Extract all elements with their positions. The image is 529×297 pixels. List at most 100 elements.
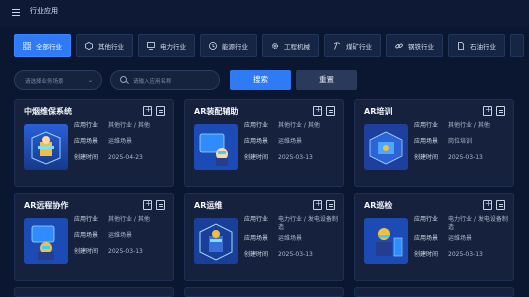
- tab-other-industries[interactable]: 其他行业: [76, 34, 133, 57]
- scene-row: 应用场景 运维场景: [244, 235, 340, 243]
- created-label: 创建时间: [74, 154, 99, 161]
- created-row: 创建时间 2025-03-13: [74, 248, 170, 256]
- tab-steel-industry[interactable]: 钢铁行业: [386, 34, 443, 57]
- industry-value: 其他行业 / 其他: [278, 122, 320, 129]
- reset-button[interactable]: 重置: [296, 70, 357, 90]
- industry-value: 其他行业 / 其他: [108, 122, 150, 129]
- created-value: 2025-03-13: [448, 251, 483, 258]
- scene-value: 岗位培训: [448, 138, 473, 145]
- application-card[interactable]: AR装配辅助 应用行业 其他行业 / 其他 应用场景 运维场景 创建时间 202…: [184, 99, 344, 187]
- menu-icon[interactable]: [12, 9, 20, 16]
- scene-value: 运维场景: [278, 138, 303, 145]
- card-info: 应用行业 电力行业 / 发电设备制造 应用场景 运维场景 创建时间 2025-0…: [414, 216, 510, 267]
- chevron-down-icon: ⌄: [87, 77, 93, 84]
- scene-row: 应用场景 运维场景: [244, 138, 340, 146]
- industry-label: 应用行业: [414, 122, 439, 129]
- add-icon[interactable]: [143, 105, 152, 116]
- scene-row: 应用场景 运维场景: [74, 138, 170, 146]
- industry-row: 应用行业 其他行业 / 其他: [414, 122, 510, 130]
- created-row: 创建时间 2025-03-13: [414, 251, 510, 259]
- card-actions: [143, 105, 165, 116]
- document-icon[interactable]: [496, 106, 505, 116]
- industry-row: 应用行业 电力行业 / 发电设备制造: [244, 216, 340, 232]
- cube-icon: [85, 41, 93, 50]
- created-row: 创建时间 2025-03-13: [414, 154, 510, 162]
- application-card[interactable]: AR远程协作 应用行业 其他行业 / 其他 应用场景 运维场景 创建时间 202…: [14, 193, 174, 281]
- card-info: 应用行业 电力行业 / 发电设备制造 应用场景 运维场景 创建时间 2025-0…: [244, 216, 340, 267]
- add-icon[interactable]: [143, 199, 152, 210]
- add-icon[interactable]: [483, 199, 492, 210]
- application-card[interactable]: AR运维 应用行业 电力行业 / 发电设备制造 应用场景 运维场景 创建时间 2…: [184, 193, 344, 281]
- tab-coal-mining[interactable]: 煤矿行业: [324, 34, 381, 57]
- tab-label: 电力行业: [160, 42, 186, 51]
- application-card[interactable]: AR培训 应用行业 其他行业 / 其他 应用场景 岗位培训 创建时间 2025-…: [354, 99, 514, 187]
- industry-label: 应用行业: [414, 216, 439, 223]
- tab-petroleum-industry[interactable]: 石油行业: [448, 34, 505, 57]
- card-info: 应用行业 其他行业 / 其他 应用场景 岗位培训 创建时间 2025-03-13: [414, 122, 510, 170]
- tab-construction-machinery[interactable]: 工程机械: [262, 34, 319, 57]
- card-thumbnail: [24, 124, 68, 170]
- app-header: 行业应用: [0, 0, 529, 26]
- add-icon[interactable]: [483, 105, 492, 116]
- card-thumbnail: [194, 218, 238, 264]
- document-icon[interactable]: [156, 200, 165, 210]
- scene-row: 应用场景 运维场景: [414, 235, 510, 243]
- card-title: AR装配辅助: [194, 107, 239, 116]
- page-title: 行业应用: [30, 7, 58, 15]
- card-thumbnail: [24, 218, 68, 264]
- created-label: 创建时间: [414, 251, 439, 258]
- scene-select[interactable]: 请选择业务场景 ⌄: [14, 70, 102, 90]
- created-value: 2025-03-13: [108, 248, 143, 255]
- scene-label: 应用场景: [74, 232, 99, 239]
- industry-row: 应用行业 其他行业 / 其他: [244, 122, 340, 130]
- industry-value: 其他行业 / 其他: [108, 216, 150, 223]
- created-value: 2025-03-13: [448, 154, 483, 161]
- created-label: 创建时间: [414, 154, 439, 161]
- tab-label: 全部行业: [36, 42, 62, 51]
- gear-icon: [272, 42, 278, 49]
- card-info: 应用行业 其他行业 / 其他 应用场景 运维场景 创建时间 2025-04-23: [74, 122, 170, 170]
- document-icon[interactable]: [326, 200, 335, 210]
- document-icon[interactable]: [496, 200, 505, 210]
- tab-label: 钢铁行业: [408, 42, 434, 51]
- scene-row: 应用场景 岗位培训: [414, 138, 510, 146]
- application-card[interactable]: AR巡检 应用行业 电力行业 / 发电设备制造 应用场景 运维场景 创建时间 2…: [354, 193, 514, 281]
- document-icon[interactable]: [326, 106, 335, 116]
- tab-more[interactable]: [510, 34, 524, 57]
- tab-label: 能源行业: [222, 42, 248, 51]
- card-title: AR运维: [194, 201, 223, 210]
- search-icon: [120, 76, 127, 83]
- card-title: AR巡检: [364, 201, 393, 210]
- scene-label: 应用场景: [414, 235, 439, 242]
- application-card[interactable]: [14, 287, 174, 297]
- search-button[interactable]: 搜索: [230, 70, 291, 90]
- scene-value: 运维场景: [108, 232, 133, 239]
- add-icon[interactable]: [313, 199, 322, 210]
- application-card[interactable]: 中烟维保系统 应用行业 其他行业 / 其他 应用场景 运维场景 创建时间 202…: [14, 99, 174, 187]
- tab-all-industries[interactable]: 全部行业: [14, 34, 71, 57]
- document-icon[interactable]: [156, 106, 165, 116]
- tab-label: 石油行业: [470, 42, 496, 51]
- industry-value: 电力行业 / 发电设备制造: [448, 216, 508, 231]
- created-value: 2025-03-13: [278, 154, 313, 161]
- scene-label: 应用场景: [414, 138, 439, 145]
- document-icon: [458, 41, 464, 50]
- card-thumbnail: [364, 218, 408, 264]
- tab-label: 其他行业: [98, 42, 124, 51]
- tab-energy-industry[interactable]: 能源行业: [200, 34, 257, 57]
- industry-value: 电力行业 / 发电设备制造: [278, 216, 338, 231]
- application-card[interactable]: [354, 287, 514, 297]
- industry-label: 应用行业: [244, 122, 269, 129]
- application-card[interactable]: [184, 287, 344, 297]
- scene-label: 应用场景: [74, 138, 99, 145]
- add-icon[interactable]: [313, 105, 322, 116]
- card-actions: [483, 105, 505, 116]
- tab-power-industry[interactable]: 电力行业: [138, 34, 195, 57]
- industry-value: 其他行业 / 其他: [448, 122, 490, 129]
- created-label: 创建时间: [244, 154, 269, 161]
- scene-value: 运维场景: [108, 138, 133, 145]
- scene-value: 运维场景: [278, 235, 303, 242]
- created-value: 2025-04-23: [108, 154, 143, 161]
- search-input[interactable]: 请输入应用名称: [110, 70, 220, 90]
- created-label: 创建时间: [244, 251, 269, 258]
